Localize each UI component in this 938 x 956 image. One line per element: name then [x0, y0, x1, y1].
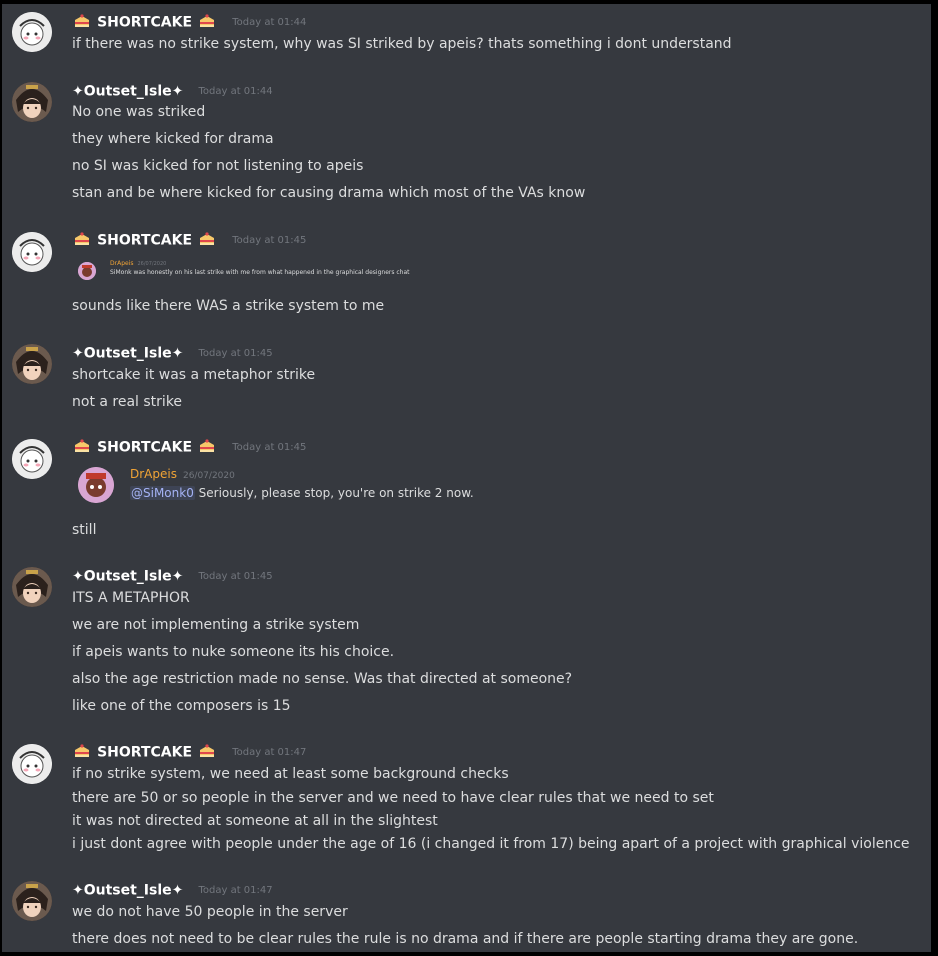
- embed-text: SiMonk was honestly on his last strike w…: [110, 269, 410, 276]
- author-name[interactable]: ✦Outset_Isle✦: [72, 346, 183, 362]
- author-name[interactable]: SHORTCAKE: [97, 745, 192, 761]
- message-header: SHORTCAKE Today at 01:47: [72, 742, 306, 762]
- cake-icon: [74, 438, 90, 457]
- avatar: [78, 262, 96, 280]
- timestamp: Today at 01:45: [198, 571, 273, 582]
- message-text: we do not have 50 people in the server: [72, 904, 348, 920]
- message-text: like one of the composers is 15: [72, 698, 291, 714]
- cake-icon: [74, 743, 90, 762]
- message-text: no SI was kicked for not listening to ap…: [72, 158, 364, 174]
- message-header: SHORTCAKE Today at 01:45: [72, 230, 306, 250]
- message-text: ITS A METAPHOR: [72, 590, 190, 606]
- message-header: SHORTCAKE Today at 01:45: [72, 437, 306, 457]
- avatar[interactable]: [12, 82, 52, 122]
- cake-icon: [199, 438, 215, 457]
- avatar: [78, 467, 114, 503]
- timestamp: Today at 01:45: [232, 442, 307, 453]
- timestamp: Today at 01:47: [232, 747, 307, 758]
- message-header: ✦Outset_Isle✦ Today at 01:47: [72, 880, 273, 900]
- timestamp: Today at 01:47: [198, 885, 273, 896]
- message-text: sounds like there WAS a strike system to…: [72, 298, 385, 314]
- chat-messages-panel: SHORTCAKE Today at 01:44 if there was no…: [2, 4, 931, 952]
- author-name[interactable]: SHORTCAKE: [97, 233, 192, 249]
- message-text: stan and be where kicked for causing dra…: [72, 185, 586, 201]
- timestamp: Today at 01:45: [232, 235, 307, 246]
- message-header: SHORTCAKE Today at 01:44: [72, 12, 306, 32]
- embed-author-name: DrApeis: [130, 467, 177, 481]
- timestamp: Today at 01:44: [232, 17, 307, 28]
- author-name[interactable]: SHORTCAKE: [97, 440, 192, 456]
- cake-icon: [74, 231, 90, 250]
- message-text: shortcake it was a metaphor strike: [72, 367, 316, 383]
- message-header: ✦Outset_Isle✦ Today at 01:45: [72, 343, 273, 363]
- embed-text-body: Seriously, please stop, you're on strike…: [194, 486, 474, 500]
- avatar[interactable]: [12, 12, 52, 52]
- cake-icon: [199, 13, 215, 32]
- avatar[interactable]: [12, 881, 52, 921]
- avatar[interactable]: [12, 232, 52, 272]
- embed-text: @SiMonk0 Seriously, please stop, you're …: [130, 486, 474, 500]
- message-text: if no strike system, we need at least so…: [72, 766, 509, 782]
- avatar[interactable]: [12, 439, 52, 479]
- avatar[interactable]: [12, 744, 52, 784]
- message-text: they where kicked for drama: [72, 131, 274, 147]
- author-name[interactable]: SHORTCAKE: [97, 15, 192, 31]
- cake-icon: [74, 13, 90, 32]
- message-text: there are 50 or so people in the server …: [72, 790, 714, 806]
- message-text: i just dont agree with people under the …: [72, 836, 910, 852]
- message-text: we are not implementing a strike system: [72, 617, 360, 633]
- embed-date: 26/07/2020: [182, 471, 235, 481]
- embed-author: DrApeis 26/07/2020: [130, 467, 235, 481]
- avatar[interactable]: [12, 567, 52, 607]
- message-text: also the age restriction made no sense. …: [72, 671, 573, 687]
- user-mention[interactable]: @SiMonk0: [130, 486, 195, 500]
- message-header: ✦Outset_Isle✦ Today at 01:44: [72, 81, 273, 101]
- author-name[interactable]: ✦Outset_Isle✦: [72, 883, 183, 899]
- message-text: still: [72, 522, 97, 538]
- author-name[interactable]: ✦Outset_Isle✦: [72, 84, 183, 100]
- cake-icon: [199, 231, 215, 250]
- cake-icon: [199, 743, 215, 762]
- message-text: it was not directed at someone at all in…: [72, 813, 438, 829]
- message-text: No one was striked: [72, 104, 206, 120]
- message-text: not a real strike: [72, 394, 183, 410]
- message-header: ✦Outset_Isle✦ Today at 01:45: [72, 566, 273, 586]
- embed-date: 26/07/2020: [137, 261, 167, 267]
- author-name[interactable]: ✦Outset_Isle✦: [72, 569, 183, 585]
- message-text: there does not need to be clear rules th…: [72, 931, 859, 947]
- message-text: if apeis wants to nuke someone its his c…: [72, 644, 395, 660]
- embed-author-name: DrApeis: [110, 260, 134, 267]
- timestamp: Today at 01:44: [198, 86, 273, 97]
- embed-author: DrApeis 26/07/2020: [110, 260, 166, 267]
- message-text: if there was no strike system, why was S…: [72, 36, 732, 52]
- timestamp: Today at 01:45: [198, 348, 273, 359]
- avatar[interactable]: [12, 344, 52, 384]
